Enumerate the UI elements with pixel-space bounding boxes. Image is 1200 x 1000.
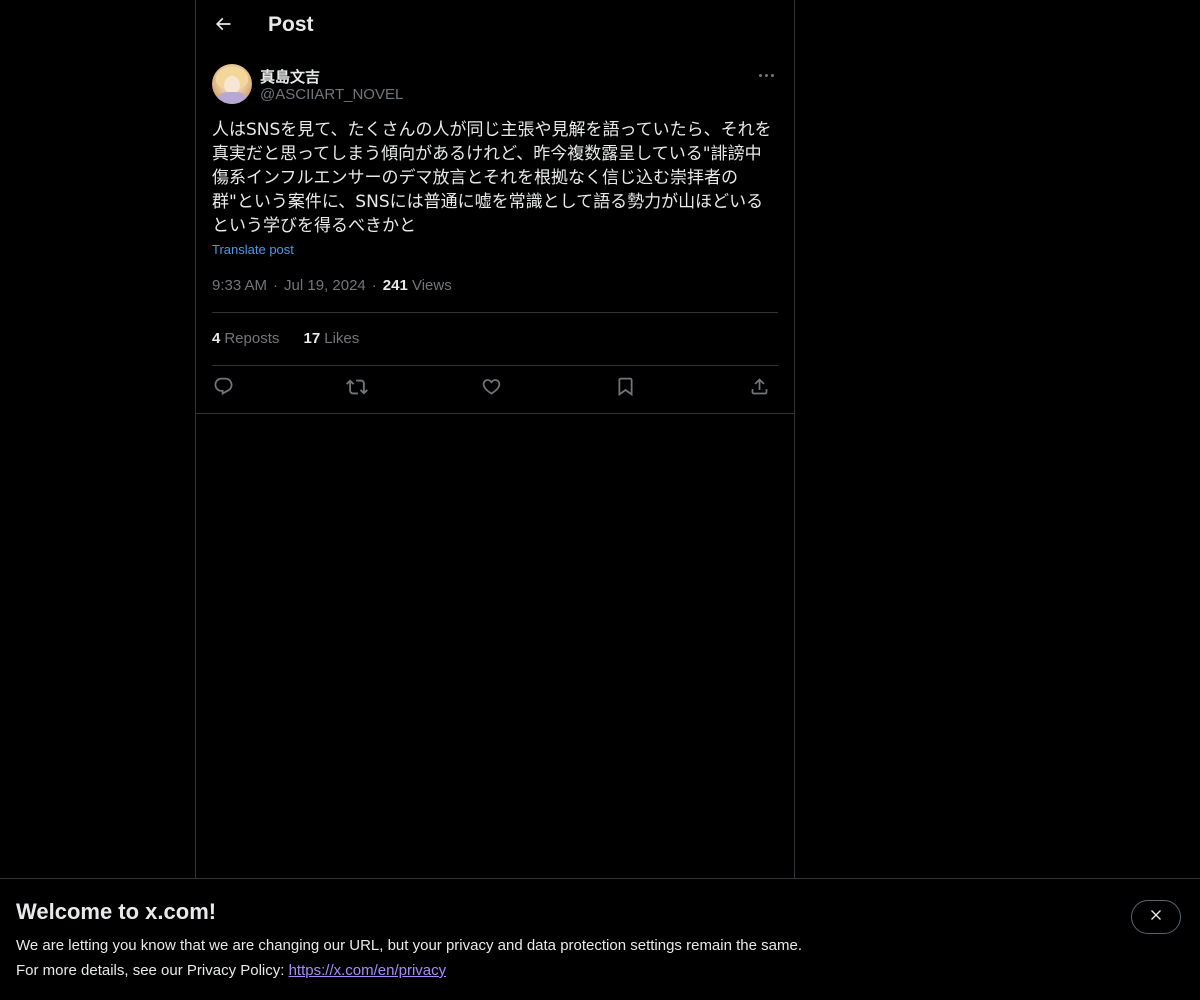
divider — [212, 365, 778, 366]
back-button[interactable] — [206, 9, 240, 43]
privacy-policy-link[interactable]: https://x.com/en/privacy — [289, 962, 447, 979]
banner-title: Welcome to x.com! — [16, 899, 217, 924]
tweet-time[interactable]: 9:33 AM — [212, 277, 267, 294]
more-button[interactable] — [754, 64, 778, 86]
share-button[interactable] — [746, 376, 772, 402]
author-display-name[interactable]: 真島文吉 — [260, 66, 320, 87]
close-banner-button[interactable] — [1131, 900, 1181, 934]
translate-post-link[interactable]: Translate post — [212, 242, 294, 257]
meta-separator: · — [273, 277, 279, 294]
divider — [212, 312, 778, 313]
tweet-meta: 9:33 AM · Jul 19, 2024 · 241 Views — [212, 277, 452, 294]
bookmark-icon — [615, 376, 636, 402]
more-horizontal-icon — [757, 73, 775, 77]
header: Post — [196, 0, 794, 53]
meta-separator: · — [371, 277, 377, 294]
tweet-date[interactable]: Jul 19, 2024 — [284, 277, 366, 294]
likes-label: Likes — [324, 330, 360, 347]
repost-icon — [346, 376, 368, 403]
arrow-left-icon — [213, 14, 233, 39]
reposts-count: 4 — [212, 330, 221, 347]
views-label: Views — [411, 277, 452, 294]
repost-button[interactable] — [344, 376, 370, 402]
url-change-banner: Welcome to x.com! We are letting you kno… — [0, 878, 1200, 1000]
banner-message: We are letting you know that we are chan… — [16, 937, 802, 954]
avatar[interactable] — [212, 64, 252, 104]
likes-count: 17 — [303, 330, 321, 347]
main-column: Post 真島文吉 @ASCIIART_NOVEL 人はSNSを見て、たくさんの… — [195, 0, 795, 1000]
reply-icon — [213, 376, 234, 402]
divider — [196, 413, 794, 414]
author-handle[interactable]: @ASCIIART_NOVEL — [260, 86, 403, 103]
likes-stat[interactable]: 17 Likes — [304, 330, 360, 347]
action-bar — [212, 376, 778, 402]
reposts-stat[interactable]: 4 Reposts — [212, 330, 279, 347]
share-icon — [749, 376, 770, 402]
close-icon — [1148, 907, 1164, 928]
reposts-label: Reposts — [224, 330, 280, 347]
tweet-text: 人はSNSを見て、たくさんの人が同じ主張や見解を語っていたら、それを真実だと思っ… — [212, 120, 772, 236]
author-row: 真島文吉 @ASCIIART_NOVEL — [212, 64, 778, 106]
banner-privacy-line: For more details, see our Privacy Policy… — [16, 962, 446, 979]
reply-button[interactable] — [210, 376, 236, 402]
page-title: Post — [268, 13, 314, 36]
heart-icon — [481, 376, 502, 402]
engagement-stats: 4 Reposts 17 Likes — [212, 330, 379, 347]
banner-privacy-prefix: For more details, see our Privacy Policy… — [16, 962, 289, 979]
views-count: 241 — [382, 277, 408, 294]
like-button[interactable] — [478, 376, 504, 402]
bookmark-button[interactable] — [612, 376, 638, 402]
